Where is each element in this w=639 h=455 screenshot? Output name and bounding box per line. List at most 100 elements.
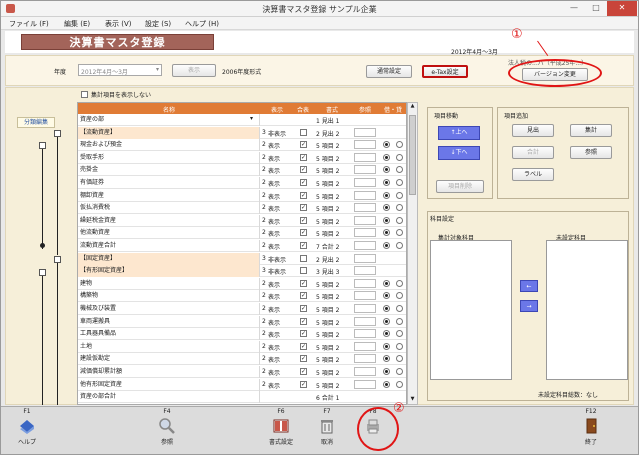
row-display[interactable]: 表示 [268, 204, 280, 213]
add-ref-button[interactable]: 参照 [570, 146, 612, 159]
row-format[interactable]: 5 項目 2 [316, 381, 339, 390]
credit-radio[interactable] [396, 216, 403, 224]
minimize-button[interactable]: — [563, 1, 585, 16]
menu-file[interactable]: ファイル (F) [9, 19, 49, 29]
row-name[interactable]: 機械及び装置 [78, 303, 260, 315]
close-button[interactable]: ✕ [607, 1, 637, 16]
row-name[interactable]: 建物 [78, 277, 260, 290]
row-display[interactable]: 表示 [268, 192, 280, 201]
row-format[interactable]: 5 項目 2 [316, 166, 339, 175]
row-total-checkbox[interactable] [300, 254, 307, 262]
table-row[interactable]: 他有形固定資産 2 表示 ✓ 5 項目 2 [78, 378, 406, 391]
row-name[interactable]: 有価証券 [78, 177, 260, 189]
debit-radio[interactable] [383, 141, 390, 149]
row-display[interactable]: 表示 [268, 343, 280, 352]
row-format[interactable]: 7 合計 2 [316, 242, 339, 251]
row-format[interactable]: 5 項目 2 [316, 355, 339, 364]
row-display[interactable]: 表示 [268, 318, 280, 327]
credit-radio[interactable] [396, 204, 403, 212]
tree-node[interactable] [39, 142, 46, 149]
credit-radio[interactable] [396, 355, 403, 363]
table-row[interactable]: 流動資産合計 2 表示 ✓ 7 合計 2 [78, 240, 406, 252]
row-format[interactable]: 5 項目 2 [316, 154, 339, 163]
row-total-checkbox[interactable]: ✓ [300, 342, 307, 350]
table-row[interactable]: 車両運搬具 2 表示 ✓ 5 項目 2 [78, 315, 406, 328]
row-name[interactable]: 他流動資産 [78, 227, 260, 240]
row-ref-field[interactable] [354, 203, 376, 213]
row-ref-field[interactable] [354, 278, 376, 288]
row-display[interactable]: 表示 [268, 141, 280, 150]
row-name[interactable]: 工具器具備品 [78, 328, 260, 341]
row-format[interactable]: 1 見出 1 [316, 116, 339, 125]
table-row[interactable]: 土地 2 表示 ✓ 5 項目 2 [78, 340, 406, 353]
row-ref-field[interactable] [354, 190, 376, 200]
row-name[interactable]: 棚卸資産 [78, 189, 260, 202]
row-ref-field[interactable] [354, 329, 376, 339]
row-total-checkbox[interactable]: ✓ [300, 355, 307, 363]
add-heading-button[interactable]: 見出 [512, 124, 554, 137]
table-row[interactable]: 有価証券 2 表示 ✓ 5 項目 2 [78, 177, 406, 189]
row-total-checkbox[interactable]: ✓ [300, 216, 307, 224]
debit-radio[interactable] [383, 355, 390, 363]
debit-radio[interactable] [383, 305, 390, 312]
row-ref-field[interactable] [354, 341, 376, 351]
row-ref-field[interactable] [354, 140, 376, 150]
etax-setting-button[interactable]: e-Tax設定 [422, 65, 468, 78]
row-ref-field[interactable] [354, 215, 376, 225]
credit-radio[interactable] [396, 141, 403, 149]
row-name[interactable]: 車両運搬具 [78, 315, 260, 328]
row-total-checkbox[interactable]: ✓ [300, 229, 307, 237]
row-format[interactable]: 5 項目 2 [316, 229, 339, 238]
move-down-button[interactable]: ↓下へ [438, 146, 480, 160]
tree-node[interactable] [39, 269, 46, 276]
row-ref-field[interactable] [354, 241, 376, 250]
table-scrollbar[interactable]: ▲ ▼ [407, 102, 418, 405]
credit-radio[interactable] [396, 368, 403, 375]
table-row[interactable]: 仮払消費税 2 表示 ✓ 5 項目 2 [78, 202, 406, 215]
row-format[interactable]: 5 項目 2 [316, 368, 339, 377]
debit-radio[interactable] [383, 242, 390, 249]
row-ref-field[interactable] [354, 228, 376, 238]
table-row[interactable]: 資産の部 ▾ 1 見出 1 [78, 114, 406, 126]
tree-node[interactable] [54, 130, 61, 137]
row-ref-field[interactable] [354, 354, 376, 364]
debit-radio[interactable] [383, 380, 390, 388]
row-name[interactable]: 【固定資産】 [78, 252, 260, 265]
credit-radio[interactable] [396, 229, 403, 237]
move-left-button[interactable]: ← [520, 280, 538, 292]
table-row[interactable]: 他流動資産 2 表示 ✓ 5 項目 2 [78, 227, 406, 240]
table-row[interactable]: 構築物 2 表示 ✓ 5 項目 2 [78, 290, 406, 303]
debit-radio[interactable] [383, 330, 390, 338]
menu-edit[interactable]: 編集 (E) [64, 19, 90, 29]
debit-radio[interactable] [383, 166, 390, 174]
row-ref-field[interactable] [354, 266, 376, 276]
row-ref-field[interactable] [354, 165, 376, 175]
table-row[interactable]: 受取手形 2 表示 ✓ 5 項目 2 [78, 151, 406, 164]
debit-radio[interactable] [383, 229, 390, 237]
f7-cancel-key[interactable]: F7 取消 [307, 408, 347, 446]
row-ref-field[interactable] [354, 379, 376, 389]
row-total-checkbox[interactable]: ✓ [300, 380, 307, 388]
tree-edit-button[interactable]: 分類編集 [17, 117, 55, 128]
menu-settings[interactable]: 設定 (S) [145, 19, 171, 29]
add-sum-button[interactable]: 合計 [512, 146, 554, 159]
row-name[interactable]: 【有形固定資産】 [78, 265, 260, 278]
debit-radio[interactable] [383, 368, 390, 375]
table-row[interactable]: 建物 2 表示 ✓ 5 項目 2 [78, 277, 406, 290]
row-ref-field[interactable] [354, 178, 376, 187]
row-format[interactable]: 5 項目 2 [316, 318, 339, 327]
display-button[interactable]: 表示 [172, 64, 216, 77]
row-total-checkbox[interactable]: ✓ [300, 204, 307, 212]
table-row[interactable]: 【固定資産】 3 非表示 2 見出 2 [78, 252, 406, 265]
table-row[interactable]: 【流動資産】 3 非表示 2 見出 2 [78, 126, 406, 139]
row-total-checkbox[interactable]: ✓ [300, 179, 307, 186]
row-name[interactable]: 現金および預金 [78, 139, 260, 152]
credit-radio[interactable] [396, 330, 403, 338]
f12-exit-key[interactable]: F12 終了 [571, 408, 611, 446]
table-row[interactable]: 売掛金 2 表示 ✓ 5 項目 2 [78, 164, 406, 177]
scroll-thumb[interactable] [409, 115, 416, 195]
row-name[interactable]: 資産の部合計 [78, 391, 260, 404]
row-name[interactable]: 流動資産合計 [78, 240, 260, 252]
row-format[interactable]: 5 項目 2 [316, 330, 339, 339]
scroll-up-icon[interactable]: ▲ [408, 103, 417, 111]
